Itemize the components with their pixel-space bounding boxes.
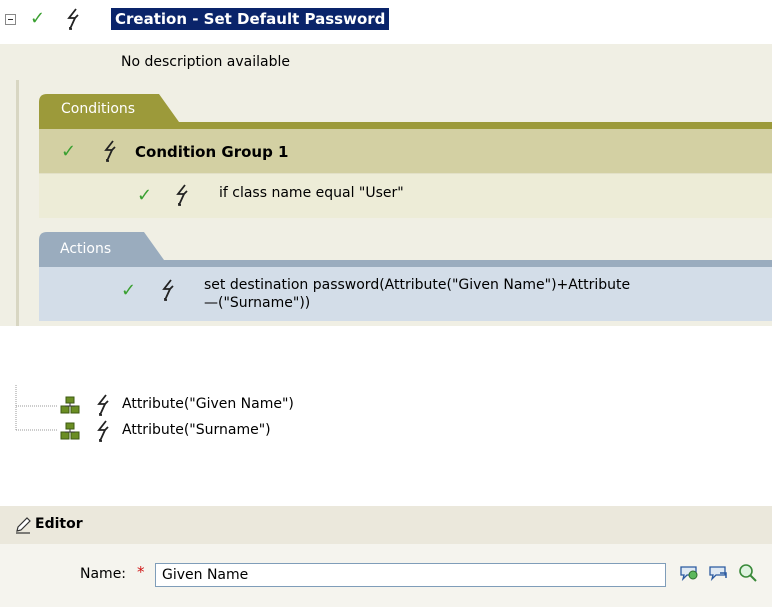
rule-description-bar [0, 44, 772, 80]
rule-panel: ✓ Creation - Set Default Password No des… [0, 0, 772, 326]
required-marker: * [137, 563, 145, 581]
lightning-bolt-icon [161, 279, 177, 301]
actions-band [39, 260, 772, 267]
condition-text: if class name equal "User" [219, 185, 404, 201]
browse-schema-icon[interactable] [707, 562, 731, 584]
tree-node-icon [60, 396, 80, 418]
lightning-bolt-icon [96, 420, 112, 442]
action-text-line: set destination password(Attribute("Give… [204, 277, 631, 293]
tree-connector-lines [15, 385, 58, 431]
rule-title[interactable]: Creation - Set Default Password [111, 8, 390, 30]
enabled-check-icon[interactable]: ✓ [137, 187, 152, 205]
rule-description: No description available [121, 54, 290, 70]
name-field-label: Name: [80, 566, 127, 582]
actions-tab-label: Actions [60, 241, 112, 257]
enabled-check-icon[interactable]: ✓ [30, 10, 45, 28]
action-text-line: —("Surname")) [204, 295, 311, 311]
editor-title: Editor [35, 516, 83, 532]
editor-header [0, 506, 772, 544]
pencil-icon [14, 516, 32, 538]
enabled-check-icon[interactable]: ✓ [121, 282, 136, 300]
tree-node-icon [60, 422, 80, 444]
conditions-tab-label: Conditions [61, 101, 136, 117]
tree-item-label: Attribute("Given Name") [122, 396, 294, 412]
lightning-bolt-icon [96, 394, 112, 416]
rule-indent-line [16, 80, 19, 326]
lightning-bolt-icon [103, 140, 119, 162]
lightning-bolt-icon [66, 8, 82, 30]
browse-data-icon[interactable] [678, 562, 702, 584]
enabled-check-icon[interactable]: ✓ [61, 143, 76, 161]
lightning-bolt-icon [175, 184, 191, 206]
collapse-icon[interactable] [5, 14, 16, 25]
tree-item-label: Attribute("Surname") [122, 422, 271, 438]
search-icon[interactable] [735, 562, 759, 584]
name-input[interactable] [155, 563, 666, 587]
condition-group-label: Condition Group 1 [135, 143, 289, 161]
action-text: set destination password(Attribute("Give… [204, 276, 764, 312]
conditions-band [39, 122, 772, 129]
